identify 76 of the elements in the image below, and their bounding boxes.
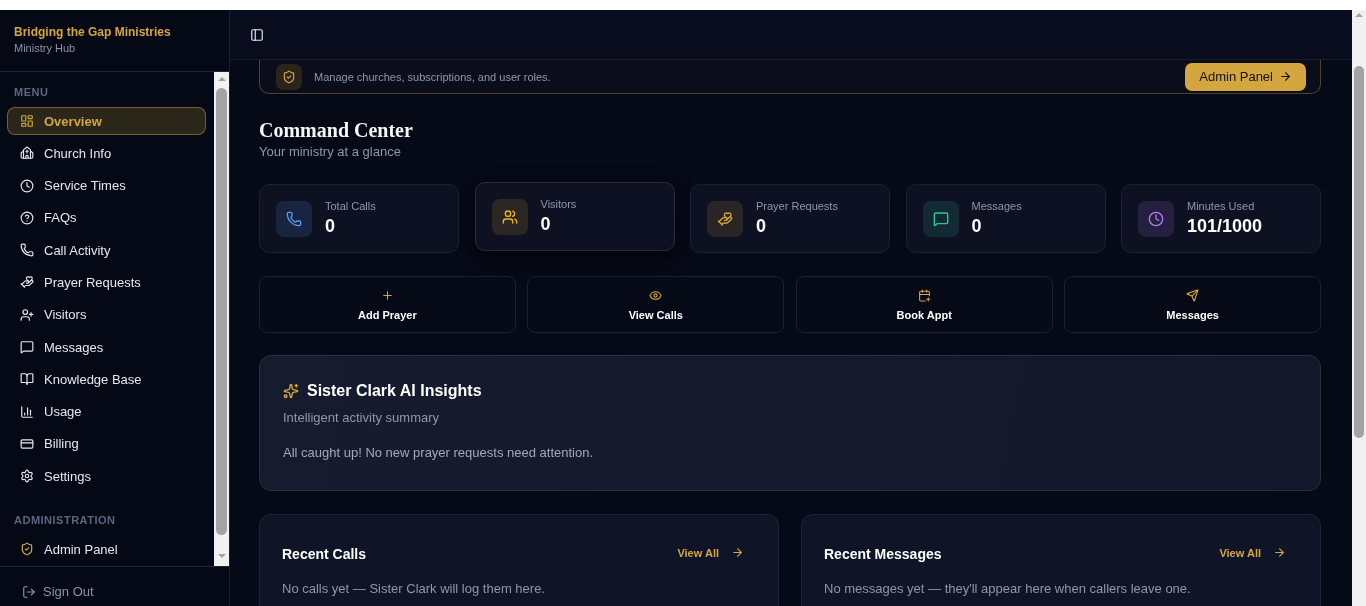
scrollbar[interactable] <box>214 72 229 566</box>
scroll-down-icon[interactable] <box>217 554 226 558</box>
stat-label: Minutes Used <box>1187 200 1256 213</box>
nav-item[interactable]: Church Info <box>7 139 206 168</box>
page-subtitle: Your ministry at a glance <box>259 144 402 160</box>
section-heading: ADMINISTRATION <box>13 514 117 528</box>
brand-name: Bridging the Gap Ministries <box>14 25 172 40</box>
nav-item[interactable]: Overview <box>7 107 206 135</box>
nav-item[interactable]: Admin Panel <box>7 535 206 564</box>
action-button[interactable]: Messages <box>1064 276 1321 333</box>
sign-out-icon <box>22 585 36 599</box>
sidebar-toggle-icon[interactable] <box>250 27 264 42</box>
stat-label: Total Calls <box>325 200 376 213</box>
scrollbar[interactable] <box>1352 10 1366 606</box>
admin-panel-button[interactable]: Admin Panel <box>1185 62 1306 91</box>
stat-label: Messages <box>971 200 1022 213</box>
empty-state-text: No calls yet — Sister Clark will log them here. <box>282 581 546 597</box>
scrollbar-thumb[interactable] <box>1354 66 1364 438</box>
nav-item[interactable]: FAQs <box>7 203 206 232</box>
insights-subtitle: Intelligent activity summary <box>283 410 441 426</box>
plus-icon <box>380 289 394 302</box>
stat-label: Visitors <box>540 198 577 211</box>
stat-value: 101/1000 <box>1187 215 1263 237</box>
phone-icon <box>20 243 34 258</box>
church-icon <box>20 146 34 161</box>
user-plus-icon <box>20 307 34 322</box>
sparkles-icon <box>283 383 299 399</box>
nav-item[interactable]: Messages <box>7 333 206 362</box>
nav-item[interactable]: Service Times <box>7 171 206 200</box>
dashboard-icon <box>20 114 34 128</box>
hand-heart-icon <box>20 275 34 290</box>
arrow-right-icon <box>731 546 744 559</box>
view-all-link[interactable]: View All <box>1219 546 1286 559</box>
page-title: Command Center <box>259 118 414 142</box>
calendar-plus-icon <box>917 289 931 302</box>
stat-value: 0 <box>971 215 983 237</box>
scroll-up-icon[interactable] <box>1355 13 1363 17</box>
action-button[interactable]: Add Prayer <box>259 276 516 333</box>
scrollbar-thumb[interactable] <box>216 88 227 535</box>
insights-text: All caught up! No new prayer requests need attention. <box>283 445 595 461</box>
section-heading: MENU <box>13 86 50 99</box>
nav-item[interactable]: Usage <box>7 397 206 426</box>
stat-label: Prayer Requests <box>756 200 838 213</box>
settings-icon <box>20 469 34 484</box>
shield-icon <box>276 63 302 90</box>
stat-value: 0 <box>325 215 336 237</box>
nav-item[interactable]: Visitors <box>7 300 206 329</box>
nav-item[interactable]: Knowledge Base <box>7 365 206 394</box>
nav-item[interactable]: Prayer Requests <box>7 268 206 297</box>
nav-item[interactable]: Billing <box>7 429 206 458</box>
credit-card-icon <box>20 436 34 451</box>
send-icon <box>1186 289 1200 302</box>
arrow-right-icon <box>1279 70 1292 83</box>
shield-check-icon <box>20 542 34 557</box>
brand-subtitle: Ministry Hub <box>14 42 77 55</box>
insights-title: Sister Clark AI Insights <box>307 381 482 401</box>
scroll-up-icon[interactable] <box>217 77 226 81</box>
card-title: Recent Messages <box>824 545 942 563</box>
stat-value: 0 <box>540 213 552 235</box>
action-button[interactable]: Book Appt <box>795 276 1053 333</box>
banner-text: Manage churches, subscriptions, and user roles. <box>314 70 552 83</box>
clock-icon <box>20 178 34 193</box>
nav-item[interactable]: Settings <box>7 462 206 491</box>
eye-icon <box>649 289 663 302</box>
action-button[interactable]: View Calls <box>527 276 785 333</box>
sign-out-button[interactable]: Sign Out <box>22 584 94 600</box>
help-icon <box>20 210 34 225</box>
stat-value: 0 <box>756 215 767 237</box>
empty-state-text: No messages yet — they'll appear here when callers leave one. <box>824 581 1192 597</box>
book-icon <box>20 372 34 387</box>
chat-bubble-icon <box>20 340 34 355</box>
card-title: Recent Calls <box>282 545 367 563</box>
bar-chart-icon <box>20 404 34 419</box>
nav-item[interactable]: Call Activity <box>7 236 206 265</box>
view-all-link[interactable]: View All <box>677 546 744 559</box>
arrow-right-icon <box>1273 546 1286 559</box>
